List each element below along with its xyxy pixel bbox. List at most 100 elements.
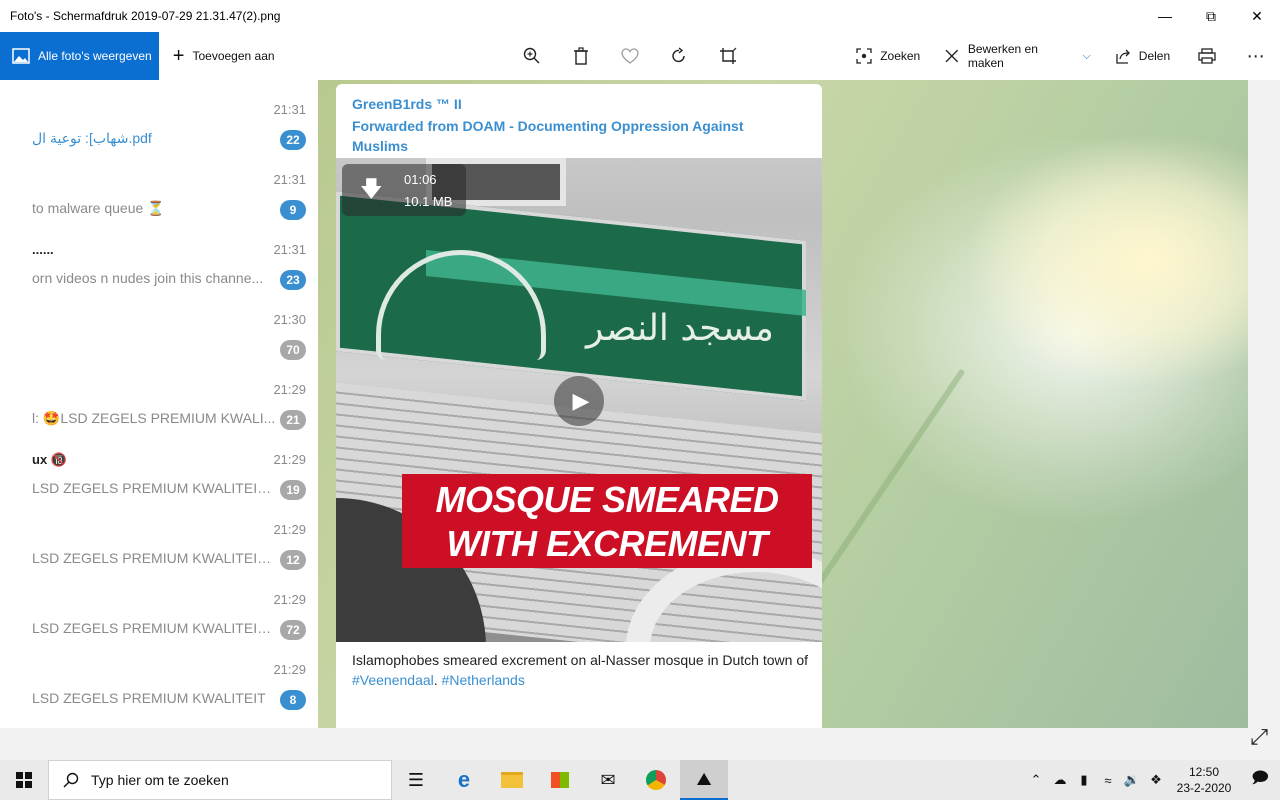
- chat-preview: l: 🤩LSD ZEGELS PREMIUM KWALI...: [32, 410, 276, 426]
- all-photos-button[interactable]: Alle foto's weergeven: [0, 32, 159, 80]
- photos-app-icon: ⛰: [696, 768, 712, 789]
- video-duration: 01:06: [404, 172, 437, 187]
- add-to-button[interactable]: + Toevoegen aan: [159, 46, 287, 66]
- visual-search-icon: [856, 48, 872, 64]
- hashtag-veenendaal[interactable]: #Veenendaal: [352, 672, 434, 688]
- chat-list-item[interactable]: 21:29 LSD ZEGELS PREMIUM KWALITEIT 8: [0, 648, 318, 718]
- chat-preview: LSD ZEGELS PREMIUM KWALITEIT: [32, 690, 266, 706]
- chat-list-item[interactable]: 21:30 70: [0, 298, 318, 368]
- clock-button[interactable]: 12:50 23-2-2020: [1168, 764, 1240, 796]
- dropbox-button[interactable]: ❖: [1144, 760, 1168, 800]
- show-hidden-icons-button[interactable]: ⌃: [1024, 760, 1048, 800]
- edit-label: Bewerken en maken: [967, 42, 1038, 70]
- task-view-button[interactable]: ☰: [392, 760, 440, 800]
- window-title: Foto's - Schermafdruk 2019-07-29 21.31.4…: [10, 9, 281, 23]
- search-label: Zoeken: [880, 49, 921, 63]
- favorite-button[interactable]: [605, 32, 654, 80]
- task-view-icon: ☰: [407, 769, 425, 790]
- chat-list-item[interactable]: 21:31 to malware queue ⏳ 9: [0, 158, 318, 228]
- zoom-button[interactable]: [508, 32, 557, 80]
- delete-button[interactable]: [556, 32, 605, 80]
- chrome-icon: [646, 770, 666, 790]
- minimize-button[interactable]: —: [1142, 0, 1188, 32]
- chat-list-item[interactable]: 21:29 LSD ZEGELS PREMIUM KWALITEIT ... 12: [0, 508, 318, 578]
- chat-list-item[interactable]: : check the file.63: [0, 80, 318, 88]
- zoom-in-icon: [523, 47, 540, 64]
- rotate-button[interactable]: [654, 32, 703, 80]
- rotate-icon: [672, 47, 685, 63]
- dropbox-icon: ❖: [1150, 772, 1162, 787]
- notification-icon: 🗩: [1251, 769, 1269, 787]
- fullscreen-button[interactable]: ⤢: [1250, 724, 1268, 750]
- chevron-up-icon: ⌃: [1030, 772, 1042, 787]
- battery-button[interactable]: ▮: [1072, 760, 1096, 800]
- video-size: 10.1 MB: [404, 194, 453, 209]
- minimize-icon: —: [1158, 8, 1172, 24]
- folder-icon: [501, 772, 523, 788]
- search-button[interactable]: Zoeken: [844, 32, 932, 80]
- chat-list-item[interactable]: 21:29 l: 🤩LSD ZEGELS PREMIUM KWALI... 21: [0, 368, 318, 438]
- file-explorer-button[interactable]: [488, 760, 536, 800]
- unread-badge: 70: [280, 340, 306, 360]
- unread-badge: 23: [280, 270, 306, 290]
- chat-time: 21:31: [273, 102, 306, 117]
- download-chip[interactable]: 🡇 01:06 10.1 MB: [342, 164, 466, 216]
- chat-time: 21:31: [273, 172, 306, 187]
- search-icon: [63, 772, 79, 788]
- sign-arabic-text: مسجد النصر: [586, 308, 774, 349]
- chat-time: 21:31: [273, 242, 306, 257]
- close-icon: ✕: [1251, 7, 1263, 24]
- chat-time: 21:29: [273, 382, 306, 397]
- close-button[interactable]: ✕: [1234, 0, 1280, 32]
- clock-date: 23-2-2020: [1176, 781, 1232, 795]
- add-to-label: Toevoegen aan: [192, 49, 275, 63]
- forwarded-from[interactable]: Forwarded from DOAM - Documenting Oppres…: [352, 116, 792, 156]
- crop-icon: [719, 47, 737, 64]
- print-button[interactable]: [1182, 32, 1231, 80]
- headline-line-2: WITH EXCREMENT: [446, 523, 769, 564]
- taskbar-search[interactable]: Typ hier om te zoeken: [48, 760, 392, 800]
- share-icon: [1116, 49, 1130, 64]
- play-button[interactable]: ▶: [554, 376, 604, 426]
- chat-list: : check the file.63 21:31 شهاب]: توعية ال.…: [0, 80, 318, 728]
- printer-icon: [1197, 48, 1216, 64]
- message-sender[interactable]: GreenB1rds ™ II: [352, 96, 462, 112]
- restore-button[interactable]: ⧉: [1188, 0, 1234, 32]
- taskbar: Typ hier om te zoeken ☰ e ✉ ⛰ ⌃ ☁ ▮ ≈ 🔉 …: [0, 760, 1280, 800]
- chat-preview: orn videos n nudes join this channe...: [32, 270, 264, 286]
- crop-button[interactable]: [703, 32, 752, 80]
- volume-button[interactable]: 🔉: [1120, 760, 1144, 800]
- more-options-button[interactable]: ⋯: [1231, 32, 1280, 80]
- share-label: Delen: [1138, 49, 1171, 63]
- battery-icon: ▮: [1080, 772, 1088, 787]
- chevron-down-icon: ⌵: [1082, 49, 1091, 62]
- download-arrow-icon: 🡇: [360, 176, 383, 201]
- chrome-button[interactable]: [632, 760, 680, 800]
- unread-badge: 21: [280, 410, 306, 430]
- chat-name: ......: [32, 242, 54, 257]
- chat-list-item[interactable]: 21:29 LSD ZEGELS PREMIUM KWALITEIT ... 72: [0, 578, 318, 648]
- network-button[interactable]: ≈: [1096, 760, 1120, 800]
- store-button[interactable]: [536, 760, 584, 800]
- chat-time: 21:29: [273, 452, 306, 467]
- chat-list-item[interactable]: 21:31 شهاب]: توعية ال.pdf 22: [0, 88, 318, 158]
- notifications-button[interactable]: 🗩: [1240, 760, 1280, 800]
- headline-line-1: MOSQUE SMEARED: [435, 479, 779, 520]
- unread-badge: 12: [280, 550, 306, 570]
- caption-separator: .: [433, 672, 442, 688]
- mail-button[interactable]: ✉: [584, 760, 632, 800]
- share-button[interactable]: Delen: [1103, 32, 1182, 80]
- chat-list-item[interactable]: 21:29 ux 🔞 LSD ZEGELS PREMIUM KWALITEIT ..…: [0, 438, 318, 508]
- hashtag-netherlands[interactable]: #Netherlands: [442, 672, 525, 688]
- video-thumbnail[interactable]: مسجد النصر MOSQUE SMEARED WITH EXCREMENT…: [336, 158, 822, 642]
- edit-create-button[interactable]: Bewerken en maken ⌵: [932, 32, 1103, 80]
- expand-icon: ⤢: [1250, 724, 1268, 749]
- edge-button[interactable]: e: [440, 760, 488, 800]
- chat-list-item[interactable]: 21:31...... orn videos n nudes join this …: [0, 228, 318, 298]
- start-button[interactable]: [0, 760, 48, 800]
- onedrive-button[interactable]: ☁: [1048, 760, 1072, 800]
- photos-app-button[interactable]: ⛰: [680, 760, 728, 800]
- edge-icon: e: [457, 767, 471, 792]
- chat-time: 21:29: [273, 662, 306, 677]
- speaker-icon: 🔉: [1123, 772, 1141, 787]
